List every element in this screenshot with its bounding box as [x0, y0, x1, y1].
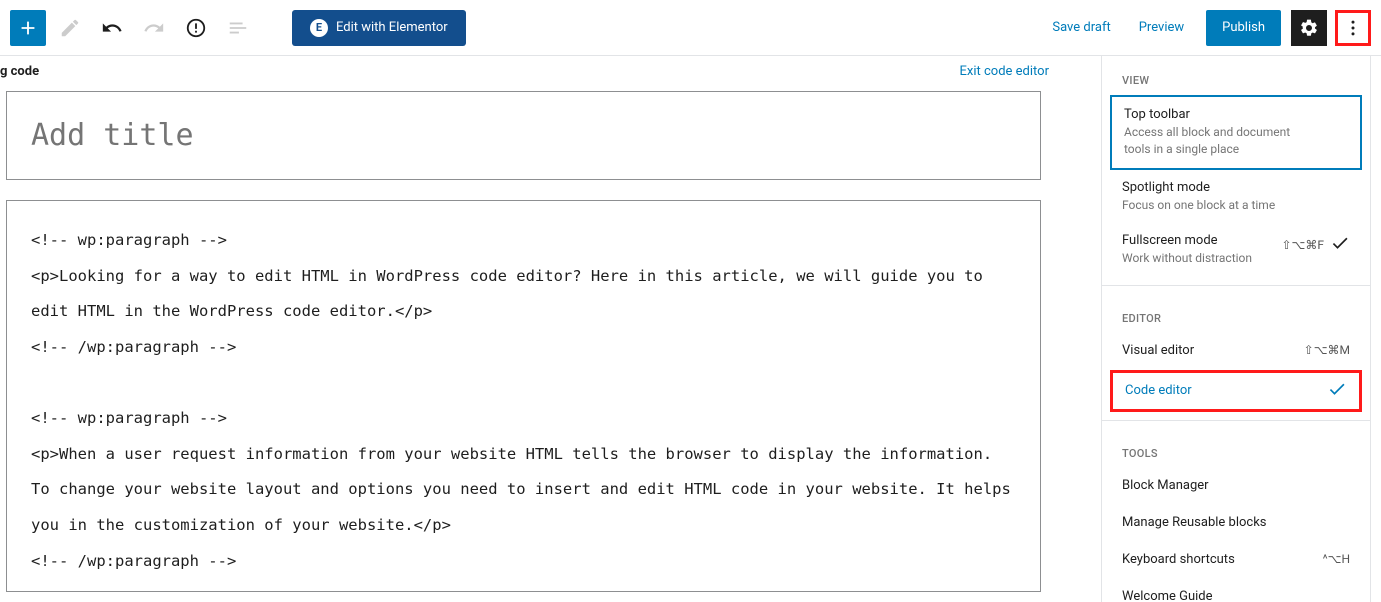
visual-editor-title: Visual editor — [1122, 343, 1194, 358]
fullscreen-sub: Work without distraction — [1122, 250, 1273, 267]
section-tools-label: TOOLS — [1102, 429, 1370, 468]
keyboard-shortcuts-shortcut: ^⌥H — [1323, 552, 1350, 566]
editor-area: g code Exit code editor <!-- wp:paragrap… — [0, 56, 1091, 602]
section-view-label: VIEW — [1102, 56, 1370, 95]
menu-item-keyboard-shortcuts[interactable]: Keyboard shortcuts ^⌥H — [1102, 542, 1370, 579]
plus-icon — [17, 17, 39, 39]
post-title-input[interactable] — [31, 118, 1016, 153]
editing-row: g code Exit code editor — [0, 56, 1091, 87]
menu-item-block-manager[interactable]: Block Manager — [1102, 468, 1370, 505]
options-dropdown: VIEW Top toolbar Access all block and do… — [1101, 56, 1371, 602]
fullscreen-title: Fullscreen mode — [1122, 233, 1273, 248]
check-icon — [1330, 233, 1350, 257]
code-editor-title: Code editor — [1125, 383, 1192, 398]
elementor-label: Edit with Elementor — [336, 20, 448, 35]
redo-button[interactable] — [136, 10, 172, 46]
menu-item-spotlight[interactable]: Spotlight mode Focus on one block at a t… — [1102, 170, 1370, 224]
welcome-guide-title: Welcome Guide — [1122, 589, 1213, 602]
pencil-icon — [59, 17, 81, 39]
more-options-button[interactable] — [1335, 10, 1371, 46]
section-editor-label: EDITOR — [1102, 294, 1370, 333]
top-toolbar: E Edit with Elementor Save draft Preview… — [0, 0, 1381, 56]
menu-item-top-toolbar[interactable]: Top toolbar Access all block and documen… — [1110, 95, 1362, 170]
spotlight-sub: Focus on one block at a time — [1122, 197, 1302, 214]
settings-button[interactable] — [1291, 10, 1327, 46]
exit-code-editor-link[interactable]: Exit code editor — [960, 64, 1049, 79]
code-editor-textarea[interactable]: <!-- wp:paragraph --> <p>Looking for a w… — [6, 200, 1041, 592]
spotlight-title: Spotlight mode — [1122, 180, 1350, 195]
list-icon — [227, 17, 249, 39]
menu-item-code-editor[interactable]: Code editor — [1110, 370, 1362, 412]
redo-icon — [143, 17, 165, 39]
add-block-button[interactable] — [10, 10, 46, 46]
block-manager-title: Block Manager — [1122, 478, 1209, 493]
top-toolbar-title: Top toolbar — [1124, 107, 1348, 122]
check-icon — [1327, 379, 1347, 403]
outline-button[interactable] — [220, 10, 256, 46]
info-icon — [185, 17, 207, 39]
info-button[interactable] — [178, 10, 214, 46]
gear-icon — [1299, 18, 1319, 38]
more-vertical-icon — [1343, 18, 1363, 38]
save-draft-button[interactable]: Save draft — [1040, 10, 1122, 46]
undo-icon — [101, 17, 123, 39]
preview-button[interactable]: Preview — [1127, 10, 1196, 46]
divider — [1102, 285, 1370, 286]
menu-item-fullscreen[interactable]: Fullscreen mode Work without distraction… — [1102, 223, 1370, 277]
publish-button[interactable]: Publish — [1206, 10, 1281, 46]
editing-code-label: g code — [0, 64, 39, 79]
visual-editor-shortcut: ⇧⌥⌘M — [1304, 343, 1350, 357]
menu-item-visual-editor[interactable]: Visual editor ⇧⌥⌘M — [1102, 333, 1370, 370]
elementor-icon: E — [310, 19, 328, 37]
reusable-blocks-title: Manage Reusable blocks — [1122, 515, 1267, 530]
keyboard-shortcuts-title: Keyboard shortcuts — [1122, 552, 1235, 567]
undo-button[interactable] — [94, 10, 130, 46]
fullscreen-shortcut: ⇧⌥⌘F — [1281, 238, 1324, 252]
menu-item-reusable-blocks[interactable]: Manage Reusable blocks — [1102, 505, 1370, 542]
edit-mode-button[interactable] — [52, 10, 88, 46]
toolbar-left: E Edit with Elementor — [10, 10, 466, 46]
divider — [1102, 420, 1370, 421]
toolbar-right: Save draft Preview Publish — [1040, 10, 1371, 46]
top-toolbar-sub: Access all block and document tools in a… — [1124, 124, 1304, 158]
menu-item-welcome-guide[interactable]: Welcome Guide — [1102, 579, 1370, 602]
title-box — [6, 91, 1041, 180]
edit-with-elementor-button[interactable]: E Edit with Elementor — [292, 10, 466, 46]
